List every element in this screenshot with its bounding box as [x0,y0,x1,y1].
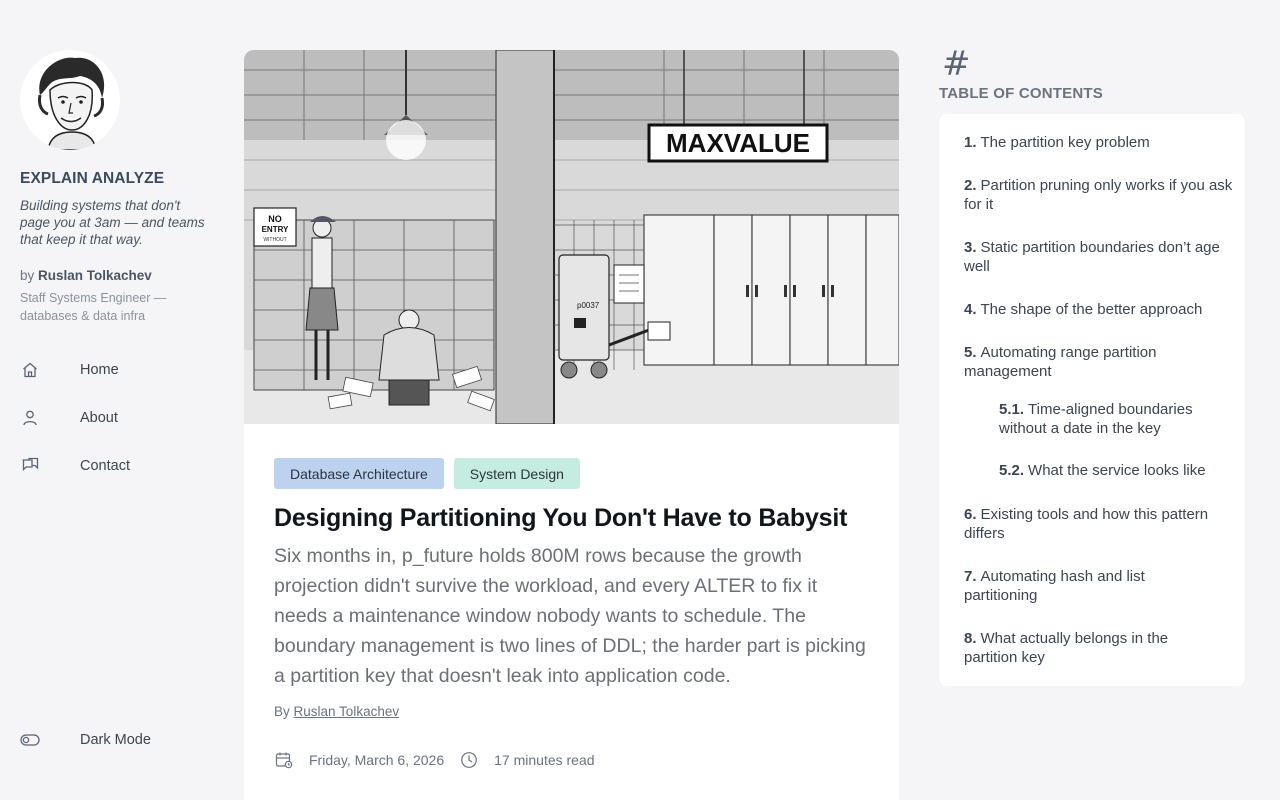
toc-item-5-1[interactable]: 5.1. Time-aligned boundaries without a da… [999,401,1224,438]
read-time: 17 minutes read [494,752,595,768]
toc-item-number: 4. [964,301,977,318]
author-role: Staff Systems Engineer — databases & dat… [20,291,167,323]
toc-item-8[interactable]: 8. What actually belongs in the partition… [964,630,1204,667]
nav-label-home: Home [80,362,119,378]
post-title: Designing Partitioning You Don't Have to… [274,504,848,532]
chat-icon [20,456,40,476]
svg-text:NO: NO [268,214,282,224]
post-by-prefix: By [274,704,290,719]
toc-item-number: 6. [964,506,977,523]
hero-sign-text: MAXVALUE [666,128,810,158]
hero-image: NO ENTRY WITHOUT MAXVALUE p0037 [244,50,899,424]
clock-icon [459,750,479,770]
nav-item-home[interactable]: Home [20,358,200,382]
toc-item-4[interactable]: 4. The shape of the better approach [964,301,1239,320]
post-card: NO ENTRY WITHOUT MAXVALUE p0037 Database… [244,50,899,800]
table-of-contents: 1. The partition key problem 2. Partition … [939,114,1245,686]
toc-item-text: What the service looks like [1028,462,1206,479]
post-date: Friday, March 6, 2026 [309,752,445,768]
toc-item-text: Static partition boundaries don’t age we… [964,239,1220,275]
nav-item-contact[interactable]: Contact [20,454,200,478]
svg-text:ENTRY: ENTRY [262,225,289,234]
post-tags: Database Architecture System Design [274,458,580,489]
toc-item-number: 2. [964,177,977,194]
toc-item-1[interactable]: 1. The partition key problem [964,134,1234,153]
toc-item-number: 5.1. [999,401,1025,418]
tag-database-architecture[interactable]: Database Architecture [274,458,444,489]
byline-prefix: by [20,268,35,283]
site-title[interactable]: EXPLAIN ANALYZE [20,170,164,188]
calendar-icon [274,750,294,770]
robot-label: p0037 [577,301,600,310]
toc-item-text: The shape of the better approach [980,301,1203,318]
tag-system-design[interactable]: System Design [453,458,580,489]
sidebar: EXPLAIN ANALYZE Building systems that do… [0,0,224,800]
home-icon [20,360,40,380]
toc-item-text: Existing tools and how this pattern diff… [964,506,1209,542]
toc-item-text: Time-aligned boundaries without a date i… [999,401,1193,437]
toc-item-5[interactable]: 5. Automating range partition management [964,344,1194,381]
toc-item-text: What actually belongs in the partition k… [964,630,1169,666]
sidebar-byline: by Ruslan Tolkachev [20,268,152,283]
toc-item-text: Partition pruning only works if you ask … [964,177,1233,213]
nav-label-about: About [80,410,118,426]
toc-item-text: Automating hash and list partitioning [964,568,1145,604]
toc-item-number: 3. [964,239,977,256]
dark-mode-toggle[interactable]: Dark Mode [20,728,200,752]
toc-item-number: 5.2. [999,462,1025,479]
svg-text:WITHOUT: WITHOUT [263,237,286,243]
site-tagline: Building systems that don't page you at … [20,198,205,247]
toc-hash-icon: # [942,44,971,84]
toc-item-text: The partition key problem [980,134,1150,151]
toc-item-number: 8. [964,630,977,647]
post-meta: Friday, March 6, 2026 17 minutes read [274,750,595,770]
post-byline: By Ruslan Tolkachev [274,704,399,719]
toc-item-3[interactable]: 3. Static partition boundaries don’t age … [964,239,1242,276]
nav-label-contact: Contact [80,458,130,474]
toc-item-number: 1. [964,134,977,151]
user-icon [20,408,40,428]
post-summary: Six months in, p_future holds 800M rows … [274,545,866,687]
dark-mode-label: Dark Mode [80,732,151,748]
post-author-link[interactable]: Ruslan Tolkachev [294,704,400,719]
sidebar-author-name: Ruslan Tolkachev [38,268,152,283]
toc-item-7[interactable]: 7. Automating hash and list partitioning [964,568,1194,605]
toc-item-5-2[interactable]: 5.2. What the service looks like [999,462,1234,481]
toc-item-text: Automating range partition management [964,344,1157,380]
toc-item-number: 5. [964,344,977,361]
nav-item-about[interactable]: About [20,406,200,430]
toc-item-2[interactable]: 2. Partition pruning only works if you as… [964,177,1239,214]
toc-item-number: 7. [964,568,977,585]
toc-heading: TABLE OF CONTENTS [939,85,1103,102]
toggle-icon [20,730,40,750]
avatar[interactable] [20,50,120,150]
toc-item-6[interactable]: 6. Existing tools and how this pattern di… [964,506,1234,543]
